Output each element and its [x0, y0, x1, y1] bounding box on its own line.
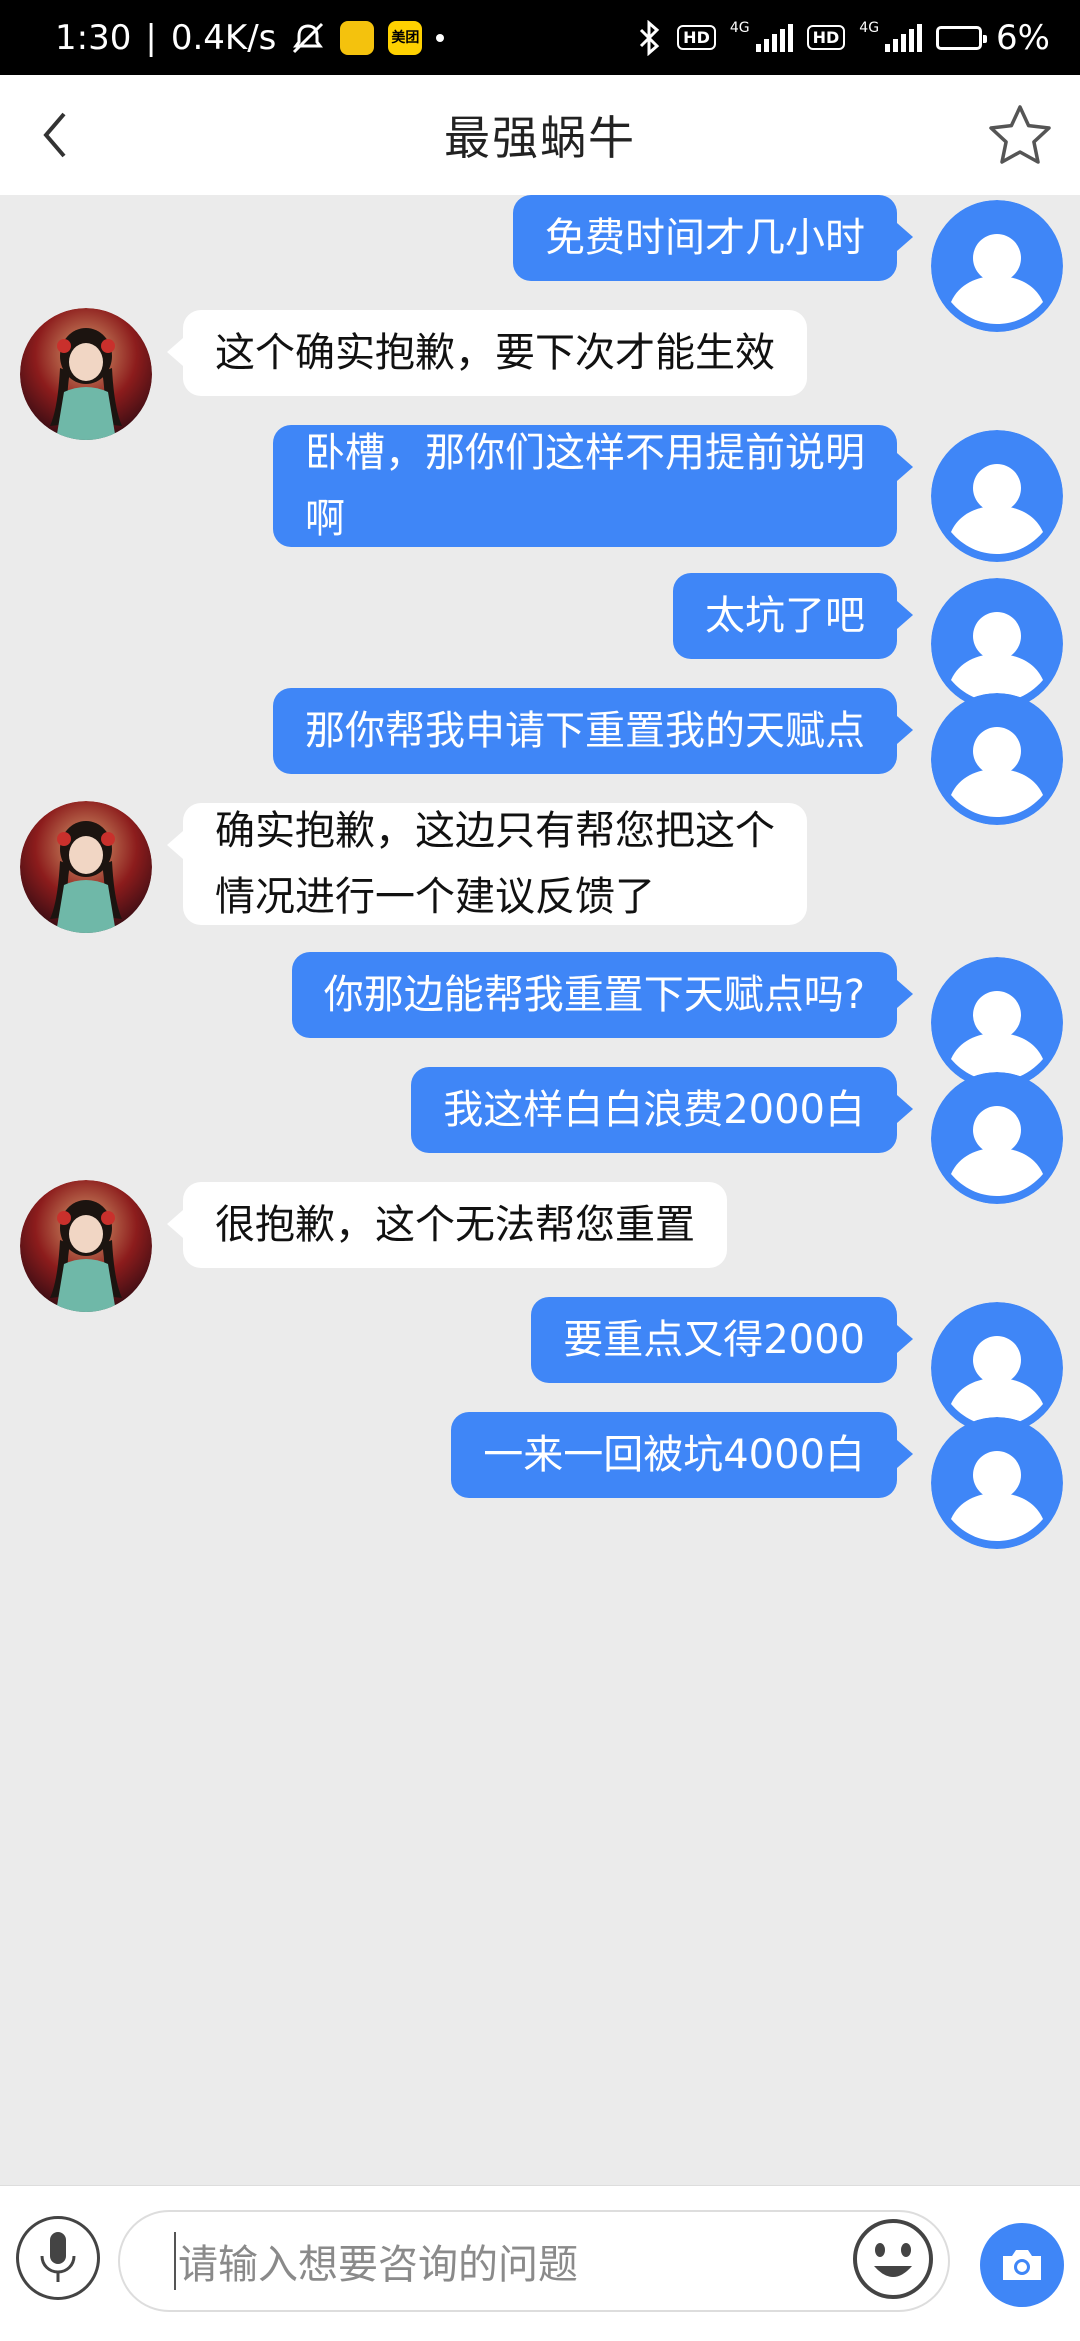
sent-message: 你那边能帮我重置下天赋点吗? [0, 952, 1080, 1089]
sent-message: 免费时间才几小时 [0, 195, 1080, 332]
agent-avatar[interactable] [20, 308, 152, 440]
message-bubble[interactable]: 一来一回被坑4000白 [451, 1412, 913, 1498]
network-speed: 0.4K/s [170, 17, 277, 58]
clock: 1:30 [55, 17, 132, 58]
back-button[interactable] [30, 105, 80, 165]
message-list[interactable]: 免费时间才几小时这个确实抱歉，要下次才能生效卧槽，那你们这样不用提前说明 啊太坑… [0, 195, 1080, 2185]
sent-message: 一来一回被坑4000白 [0, 1412, 1080, 1549]
network-type-2: 4G [859, 19, 880, 36]
notification-app-icon [340, 20, 375, 55]
camera-icon [1003, 2250, 1041, 2280]
photo-button[interactable] [980, 2223, 1064, 2307]
agent-avatar[interactable] [20, 1180, 152, 1312]
message-bubble[interactable]: 太坑了吧 [673, 573, 913, 659]
message-bubble[interactable]: 这个确实抱歉，要下次才能生效 [167, 310, 807, 396]
message-bubble[interactable]: 卧槽，那你们这样不用提前说明 啊 [273, 425, 913, 547]
network-type: 4G [729, 19, 750, 36]
star-outline-icon [989, 105, 1051, 164]
input-placeholder: 请输入想要咨询的问题 [174, 2232, 578, 2290]
hd-badge: HD [677, 25, 716, 50]
sent-message: 太坑了吧 [0, 573, 1080, 710]
user-avatar[interactable] [931, 430, 1063, 562]
page-title: 最强蜗牛 [444, 111, 636, 165]
mute-alarm-icon [293, 22, 324, 53]
message-bubble[interactable]: 确实抱歉，这边只有帮您把这个 情况进行一个建议反馈了 [167, 803, 807, 925]
message-bubble[interactable]: 免费时间才几小时 [513, 195, 913, 281]
chat-header: 最强蜗牛 [0, 75, 1080, 195]
chevron-left-icon [43, 112, 66, 158]
input-bar: 请输入想要咨询的问题 [0, 2185, 1080, 2341]
favorite-button[interactable] [988, 103, 1052, 167]
agent-avatar[interactable] [20, 801, 152, 933]
sent-message: 要重点又得2000 [0, 1297, 1080, 1434]
message-bubble[interactable]: 很抱歉，这个无法帮您重置 [167, 1182, 727, 1268]
sent-message: 我这样白白浪费2000白 [0, 1067, 1080, 1204]
message-bubble[interactable]: 要重点又得2000 [531, 1297, 913, 1383]
message-bubble[interactable]: 我这样白白浪费2000白 [411, 1067, 913, 1153]
user-avatar[interactable] [931, 1417, 1063, 1549]
message-bubble[interactable]: 那你帮我申请下重置我的天赋点 [273, 688, 913, 774]
status-bar: 1:30 | 0.4K/s 美团 HD 4G HD 4G 6% [0, 0, 1080, 75]
bluetooth-icon [640, 19, 660, 56]
hd-badge-2: HD [806, 25, 846, 50]
message-input[interactable]: 请输入想要咨询的问题 [118, 2210, 950, 2312]
message-bubble[interactable]: 你那边能帮我重置下天赋点吗? [291, 952, 914, 1038]
microphone-icon [40, 2232, 76, 2282]
meituan-app-icon: 美团 [388, 20, 423, 55]
voice-button[interactable] [16, 2216, 100, 2300]
sent-message: 卧槽，那你们这样不用提前说明 啊 [0, 425, 1080, 562]
more-notifications-dot [436, 33, 445, 42]
battery-level: 6% [996, 17, 1050, 58]
signal-icon [755, 23, 793, 52]
emoji-button[interactable] [850, 2216, 936, 2302]
battery-icon [936, 25, 988, 50]
signal-icon-2 [885, 23, 923, 52]
received-message: 确实抱歉，这边只有帮您把这个 情况进行一个建议反馈了 [0, 801, 1080, 935]
received-message: 很抱歉，这个无法帮您重置 [0, 1180, 1080, 1314]
smiley-icon [853, 2219, 933, 2299]
